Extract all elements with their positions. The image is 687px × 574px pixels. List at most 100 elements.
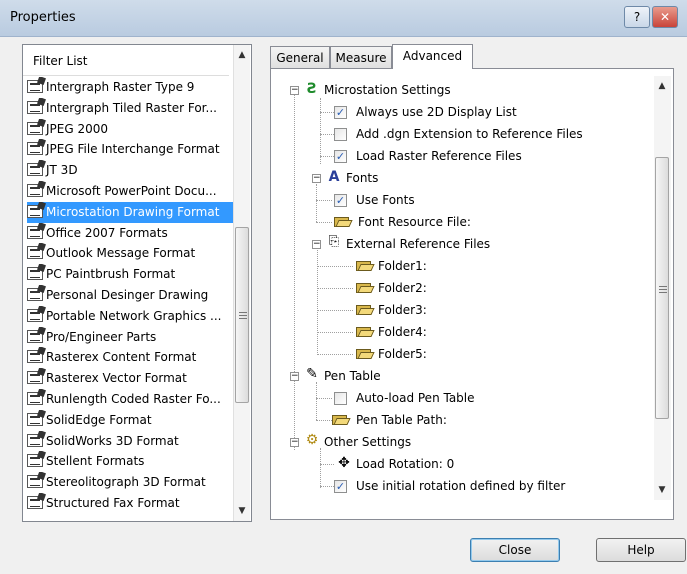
folder-open-icon [334,215,352,227]
filter-list-item[interactable]: Personal Desinger Drawing [27,285,233,306]
document-format-icon [27,495,43,509]
filter-list-item[interactable]: JPEG 2000 [27,119,233,140]
field-load-rotation[interactable]: Load Rotation: 0 [356,454,454,474]
title-bar[interactable]: Properties ? ✕ [0,0,687,37]
tab-measure[interactable]: Measure [330,46,392,68]
close-button[interactable]: Close [470,538,560,562]
document-format-icon [27,121,43,135]
filter-list-item[interactable]: Microstation Drawing Format [27,201,233,223]
filter-list-item[interactable]: Intergraph Raster Type 9 [27,77,233,98]
collapse-fonts-icon[interactable]: − [312,174,321,183]
node-external-reference-files[interactable]: External Reference Files [346,234,490,254]
tree-scroll-thumb[interactable] [655,157,669,419]
collapse-other-settings-icon[interactable]: − [290,438,299,447]
filter-list-item-label: Microstation Drawing Format [46,204,220,219]
help-icon[interactable]: ? [624,6,650,28]
filter-list-item-label: Runlength Coded Raster Fo... [46,391,221,406]
filter-list-item[interactable]: Intergraph Tiled Raster For... [27,98,233,119]
checkbox-use-initial-rotation[interactable]: ✓ [334,480,347,493]
filter-list-item[interactable]: JPEG File Interchange Format [27,139,233,160]
collapse-pen-table-icon[interactable]: − [290,372,299,381]
document-format-icon [27,80,43,93]
filter-list-item[interactable]: Office 2007 Formats [27,223,233,244]
filter-list-item[interactable]: PC Paintbrush Format [27,264,233,285]
filter-list-item[interactable]: JT 3D [27,160,233,181]
filter-list-item-label: Rasterex Vector Format [46,371,187,386]
properties-dialog: Properties ? ✕ Filter List Intergraph Ra… [0,0,687,574]
filter-list-item[interactable]: Structured Fax Format [27,493,233,514]
tab-general[interactable]: General [270,46,330,68]
help-button[interactable]: Help [596,538,686,562]
external-refs-icon: ⎘ [328,234,340,249]
document-format-icon [27,100,43,114]
checkbox-auto-load-pen-table[interactable] [334,392,347,405]
filter-list: Intergraph Raster Type 9 Intergraph Tiled… [27,77,233,514]
filter-list-item-label: Rasterex Content Format [46,350,197,365]
filter-list-item-label: Microsoft PowerPoint Docu... [46,183,217,198]
document-format-icon [27,371,43,385]
fonts-icon: A [328,169,340,185]
filter-list-item-label: Personal Desinger Drawing [46,287,209,302]
filter-list-item[interactable]: SolidEdge Format [27,410,233,431]
node-fonts[interactable]: Fonts [346,168,378,188]
filter-list-item[interactable]: Stellent Formats [27,451,233,472]
document-format-icon [27,475,43,489]
filter-list-item-label: Outlook Message Format [46,246,196,261]
document-format-icon [27,204,43,218]
document-format-icon [27,350,43,364]
field-folder2[interactable]: Folder2: [378,278,427,298]
filter-list-item-label: JT 3D [46,163,78,178]
folder-open-icon [356,303,374,315]
tab-advanced[interactable]: Advanced [392,44,473,69]
other-settings-icon: ⚙ [305,432,319,448]
field-font-resource-file[interactable]: Font Resource File: [358,212,471,232]
checkbox-use-fonts[interactable]: ✓ [334,194,347,207]
filter-list-item-label: JPEG File Interchange Format [46,142,220,157]
scroll-up-arrow-icon[interactable]: ▲ [234,47,250,63]
collapse-microstation-icon[interactable]: − [290,86,299,95]
checkbox-always-2d[interactable]: ✓ [334,106,347,119]
document-format-icon [27,142,43,156]
filter-list-item-label: Office 2007 Formats [46,225,168,240]
filter-list-item[interactable]: Pro/Engineer Parts [27,327,233,348]
filter-list-item[interactable]: Microsoft PowerPoint Docu... [27,181,233,202]
scroll-up-arrow-icon[interactable]: ▲ [654,78,670,94]
filter-list-item[interactable]: Rasterex Content Format [27,347,233,368]
filter-list-item[interactable]: Runlength Coded Raster Fo... [27,389,233,410]
field-folder5[interactable]: Folder5: [378,344,427,364]
field-folder1[interactable]: Folder1: [378,256,427,276]
node-other-settings[interactable]: Other Settings [324,432,411,452]
label-auto-load-pen-table: Auto-load Pen Table [356,391,475,405]
close-icon[interactable]: ✕ [652,6,678,28]
filter-list-item[interactable]: SolidWorks 3D Format [27,431,233,452]
label-always-2d: Always use 2D Display List [356,105,517,119]
checkbox-add-dgn[interactable] [334,128,347,141]
filter-list-item-label: Stereolitograph 3D Format [46,475,206,490]
filter-list-scroll-thumb[interactable] [235,226,249,403]
filter-list-header[interactable]: Filter List [23,45,229,76]
filter-list-item[interactable]: Rasterex Vector Format [27,368,233,389]
folder-open-icon [356,281,374,293]
filter-list-item-label: PC Paintbrush Format [46,267,176,282]
collapse-external-refs-icon[interactable]: − [312,240,321,249]
folder-open-icon [356,347,374,359]
field-pen-table-path[interactable]: Pen Table Path: [356,410,447,430]
checkbox-load-raster[interactable]: ✓ [334,150,347,163]
label-use-fonts: Use Fonts [356,193,415,207]
folder-open-icon [332,413,350,425]
window-title: Properties [10,10,76,25]
node-pen-table[interactable]: Pen Table [324,366,381,386]
field-folder4[interactable]: Folder4: [378,322,427,342]
label-use-initial-rotation: Use initial rotation defined by filter [356,479,566,493]
filter-list-item[interactable]: Outlook Message Format [27,243,233,264]
scroll-down-arrow-icon[interactable]: ▼ [654,482,670,498]
scroll-down-arrow-icon[interactable]: ▼ [234,503,250,519]
node-microstation-settings[interactable]: Microstation Settings [324,80,451,100]
filter-list-item[interactable]: Portable Network Graphics ... [27,306,233,327]
filter-list-scrollbar[interactable]: ▲ ▼ [233,45,250,521]
filter-list-item[interactable]: Stereolitograph 3D Format [27,472,233,493]
tree-scrollbar[interactable]: ▲ ▼ [654,76,671,500]
folder-open-icon [356,259,374,271]
field-folder3[interactable]: Folder3: [378,300,427,320]
filter-list-panel: Filter List Intergraph Raster Type 9 Inte… [22,44,252,522]
